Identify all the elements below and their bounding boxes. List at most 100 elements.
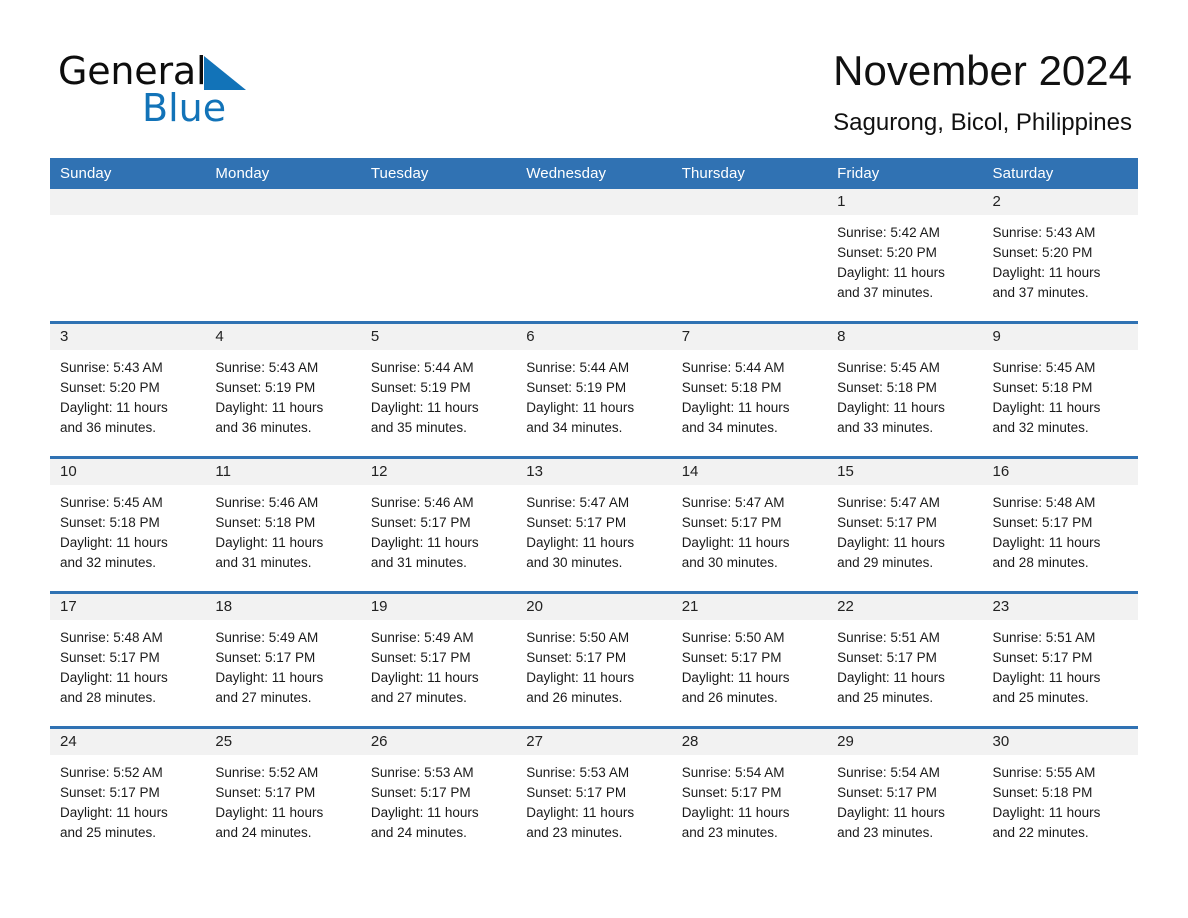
- calendar-day-cell[interactable]: 2 Sunrise: 5:43 AM Sunset: 5:20 PM Daylight…: [982, 189, 1138, 323]
- day-details: Sunrise: 5:45 AM Sunset: 5:18 PM Daylight:…: [50, 485, 205, 573]
- day-details: Sunrise: 5:49 AM Sunset: 5:17 PM Daylight:…: [361, 620, 516, 708]
- calendar-day-cell[interactable]: 21 Sunrise: 5:50 AM Sunset: 5:17 PM Dayligh…: [671, 591, 828, 728]
- daylight-text-line2: and 37 minutes.: [837, 285, 934, 300]
- day-number: 28: [671, 729, 828, 755]
- sunset-text: Sunset: 5:20 PM: [992, 245, 1093, 260]
- daylight-text-line1: Daylight: 11 hours: [681, 535, 790, 550]
- sunrise-text: Sunrise: 5:50 AM: [681, 630, 785, 645]
- daylight-text-line1: Daylight: 11 hours: [60, 805, 168, 820]
- sunset-text: Sunset: 5:20 PM: [60, 380, 160, 395]
- calendar-day-cell[interactable]: 19 Sunrise: 5:49 AM Sunset: 5:17 PM Dayligh…: [360, 591, 517, 728]
- daylight-text-line1: Daylight: 11 hours: [992, 535, 1101, 550]
- calendar-day-cell[interactable]: 12 Sunrise: 5:46 AM Sunset: 5:17 PM Dayligh…: [360, 456, 517, 593]
- calendar-day-cell[interactable]: 30 Sunrise: 5:55 AM Sunset: 5:18 PM Dayligh…: [982, 726, 1138, 861]
- day-number: 29: [827, 729, 983, 755]
- day-details: Sunrise: 5:43 AM Sunset: 5:20 PM Daylight:…: [983, 215, 1138, 303]
- day-details: Sunrise: 5:46 AM Sunset: 5:17 PM Daylight:…: [361, 485, 516, 573]
- calendar-day-cell[interactable]: 9 Sunrise: 5:45 AM Sunset: 5:18 PM Daylight…: [982, 321, 1138, 458]
- sunset-text: Sunset: 5:17 PM: [992, 515, 1093, 530]
- calendar-day-cell[interactable]: 8 Sunrise: 5:45 AM Sunset: 5:18 PM Daylight…: [827, 321, 983, 458]
- sunset-text: Sunset: 5:19 PM: [215, 380, 316, 395]
- calendar-day-cell[interactable]: 20 Sunrise: 5:50 AM Sunset: 5:17 PM Dayligh…: [516, 591, 672, 728]
- day-number: 25: [205, 729, 361, 755]
- sunset-text: Sunset: 5:18 PM: [60, 515, 160, 530]
- daylight-text-line2: and 34 minutes.: [526, 420, 623, 435]
- calendar-day-cell[interactable]: 25 Sunrise: 5:52 AM Sunset: 5:17 PM Dayligh…: [205, 726, 361, 861]
- sunset-text: Sunset: 5:17 PM: [60, 650, 160, 665]
- sunset-text: Sunset: 5:19 PM: [526, 380, 627, 395]
- day-details: Sunrise: 5:54 AM Sunset: 5:17 PM Daylight:…: [827, 755, 982, 843]
- day-number: 16: [982, 459, 1138, 485]
- daylight-text-line1: Daylight: 11 hours: [526, 400, 635, 415]
- sunset-text: Sunset: 5:17 PM: [215, 785, 316, 800]
- calendar-day-cell[interactable]: 1 Sunrise: 5:42 AM Sunset: 5:20 PM Daylight…: [827, 189, 983, 323]
- daylight-text-line1: Daylight: 11 hours: [526, 670, 635, 685]
- calendar-day-cell[interactable]: 7 Sunrise: 5:44 AM Sunset: 5:18 PM Daylight…: [671, 321, 828, 458]
- calendar-day-cell[interactable]: 24 Sunrise: 5:52 AM Sunset: 5:17 PM Dayligh…: [50, 726, 206, 861]
- sunset-text: Sunset: 5:17 PM: [992, 650, 1093, 665]
- daylight-text-line1: Daylight: 11 hours: [370, 805, 479, 820]
- sunrise-text: Sunrise: 5:47 AM: [681, 495, 785, 510]
- calendar-day-cell[interactable]: 5 Sunrise: 5:44 AM Sunset: 5:19 PM Daylight…: [360, 321, 517, 458]
- sunset-text: Sunset: 5:17 PM: [526, 785, 627, 800]
- sunrise-text: Sunrise: 5:47 AM: [837, 495, 940, 510]
- day-details: Sunrise: 5:52 AM Sunset: 5:17 PM Daylight:…: [205, 755, 360, 843]
- daylight-text-line2: and 31 minutes.: [215, 555, 312, 570]
- calendar-day-cell[interactable]: 22 Sunrise: 5:51 AM Sunset: 5:17 PM Dayligh…: [827, 591, 983, 728]
- day-number: [205, 189, 361, 215]
- calendar-day-cell[interactable]: 11 Sunrise: 5:46 AM Sunset: 5:18 PM Dayligh…: [205, 456, 361, 593]
- daylight-text-line1: Daylight: 11 hours: [215, 670, 324, 685]
- sunset-text: Sunset: 5:18 PM: [992, 785, 1093, 800]
- generalblue-logo[interactable]: General Blue: [58, 48, 388, 148]
- sunrise-text: Sunrise: 5:53 AM: [526, 765, 630, 780]
- day-number: 3: [50, 324, 206, 350]
- calendar-day-cell[interactable]: 3 Sunrise: 5:43 AM Sunset: 5:20 PM Daylight…: [50, 321, 206, 458]
- sunrise-text: Sunrise: 5:43 AM: [60, 360, 163, 375]
- day-details: Sunrise: 5:47 AM Sunset: 5:17 PM Daylight:…: [827, 485, 982, 573]
- sunrise-text: Sunrise: 5:52 AM: [60, 765, 163, 780]
- calendar-day-cell[interactable]: 23 Sunrise: 5:51 AM Sunset: 5:17 PM Dayligh…: [982, 591, 1138, 728]
- daylight-text-line1: Daylight: 11 hours: [60, 400, 168, 415]
- daylight-text-line1: Daylight: 11 hours: [837, 805, 945, 820]
- sunset-text: Sunset: 5:17 PM: [526, 515, 627, 530]
- calendar-day-cell[interactable]: 4 Sunrise: 5:43 AM Sunset: 5:19 PM Daylight…: [205, 321, 361, 458]
- calendar-day-cell[interactable]: 15 Sunrise: 5:47 AM Sunset: 5:17 PM Dayligh…: [827, 456, 983, 593]
- sunset-text: Sunset: 5:18 PM: [837, 380, 937, 395]
- calendar-day-cell[interactable]: 17 Sunrise: 5:48 AM Sunset: 5:17 PM Dayligh…: [50, 591, 206, 728]
- calendar-day-cell[interactable]: 29 Sunrise: 5:54 AM Sunset: 5:17 PM Dayligh…: [827, 726, 983, 861]
- day-number: 14: [671, 459, 828, 485]
- calendar-day-cell[interactable]: 13 Sunrise: 5:47 AM Sunset: 5:17 PM Dayligh…: [516, 456, 672, 593]
- calendar-day-cell[interactable]: 26 Sunrise: 5:53 AM Sunset: 5:17 PM Dayligh…: [360, 726, 517, 861]
- sunrise-text: Sunrise: 5:43 AM: [992, 225, 1096, 240]
- daylight-text-line1: Daylight: 11 hours: [837, 535, 945, 550]
- day-number: [50, 189, 206, 215]
- daylight-text-line2: and 30 minutes.: [681, 555, 778, 570]
- weekday-header-saturday: Saturday: [982, 158, 1138, 189]
- calendar-day-cell[interactable]: 16 Sunrise: 5:48 AM Sunset: 5:17 PM Dayligh…: [982, 456, 1138, 593]
- day-number: 22: [827, 594, 983, 620]
- day-details: Sunrise: 5:45 AM Sunset: 5:18 PM Daylight:…: [983, 350, 1138, 438]
- day-number: 19: [360, 594, 517, 620]
- calendar-day-cell[interactable]: 18 Sunrise: 5:49 AM Sunset: 5:17 PM Dayligh…: [205, 591, 361, 728]
- daylight-text-line2: and 25 minutes.: [992, 690, 1089, 705]
- daylight-text-line1: Daylight: 11 hours: [370, 670, 479, 685]
- sunrise-text: Sunrise: 5:48 AM: [992, 495, 1096, 510]
- daylight-text-line2: and 28 minutes.: [992, 555, 1089, 570]
- calendar-day-cell[interactable]: 14 Sunrise: 5:47 AM Sunset: 5:17 PM Dayligh…: [671, 456, 828, 593]
- daylight-text-line1: Daylight: 11 hours: [526, 535, 635, 550]
- weekday-header-monday: Monday: [205, 158, 361, 189]
- daylight-text-line2: and 24 minutes.: [215, 825, 312, 840]
- daylight-text-line2: and 31 minutes.: [370, 555, 467, 570]
- daylight-text-line1: Daylight: 11 hours: [215, 535, 324, 550]
- calendar-page: General Blue November 2024 Sagurong, Bic…: [0, 0, 1188, 918]
- sunrise-text: Sunrise: 5:46 AM: [370, 495, 474, 510]
- daylight-text-line1: Daylight: 11 hours: [370, 400, 479, 415]
- calendar-day-cell[interactable]: 28 Sunrise: 5:54 AM Sunset: 5:17 PM Dayligh…: [671, 726, 828, 861]
- sunset-text: Sunset: 5:20 PM: [837, 245, 937, 260]
- calendar-day-cell[interactable]: 27 Sunrise: 5:53 AM Sunset: 5:17 PM Dayligh…: [516, 726, 672, 861]
- weekday-header-tuesday: Tuesday: [360, 158, 517, 189]
- calendar-day-cell[interactable]: 6 Sunrise: 5:44 AM Sunset: 5:19 PM Daylight…: [516, 321, 672, 458]
- weekday-header-friday: Friday: [827, 158, 983, 189]
- day-details: Sunrise: 5:42 AM Sunset: 5:20 PM Daylight:…: [827, 215, 982, 303]
- calendar-day-cell[interactable]: 10 Sunrise: 5:45 AM Sunset: 5:18 PM Dayligh…: [50, 456, 206, 593]
